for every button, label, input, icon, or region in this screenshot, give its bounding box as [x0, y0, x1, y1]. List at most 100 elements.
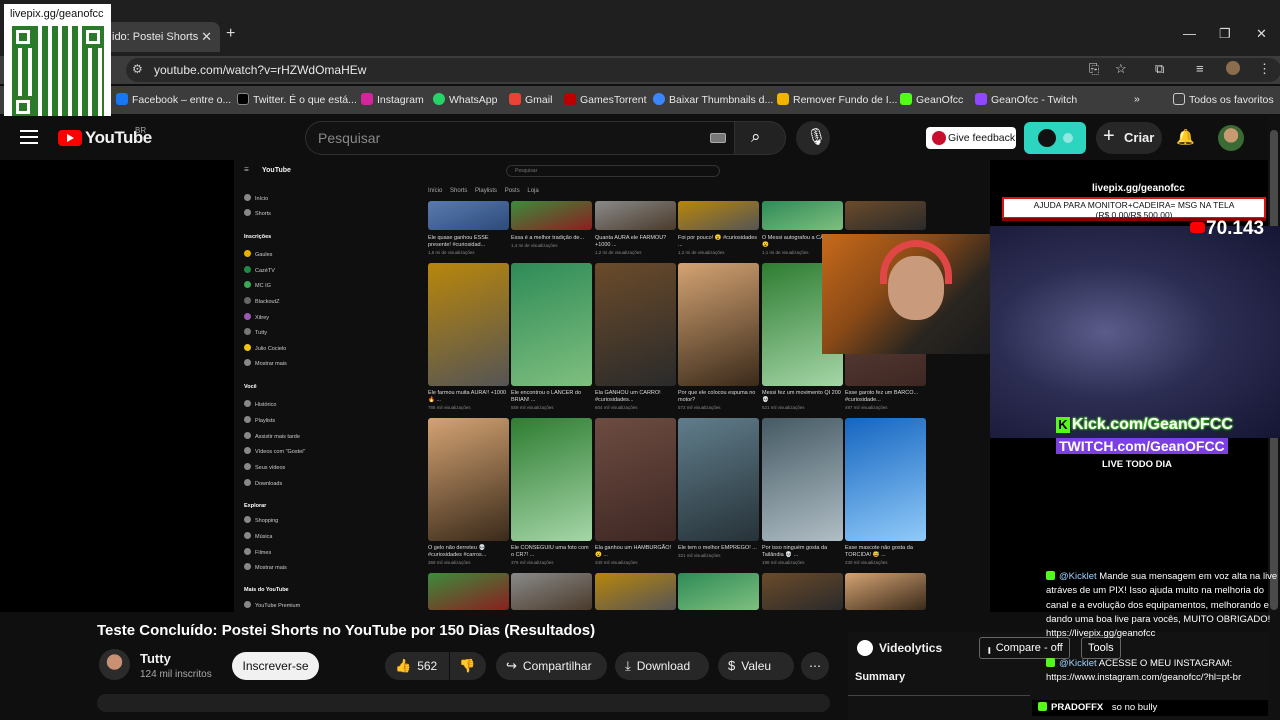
thumbs-up-icon: 👍 — [395, 658, 412, 673]
chat-message: @Kicklet Mande sua mensagem em voz alta … — [1046, 570, 1278, 641]
short-thumbnail — [428, 263, 509, 386]
address-url[interactable]: youtube.com/watch?v=rHZWdOmaHEw — [154, 63, 366, 77]
install-app-icon[interactable]: ⎘ — [1089, 61, 1099, 77]
bookmark-twitter[interactable]: Twitter. É o que está... — [237, 93, 357, 106]
bookmark-whatsapp[interactable]: WhatsApp — [433, 93, 497, 106]
bookmark-geanofcc[interactable]: GeanOfcc — [900, 93, 963, 106]
inner-sidebar-item: Filmes — [244, 548, 271, 556]
short-caption: Por isso ninguém gosta da Tailândia 💀 ..… — [762, 545, 828, 565]
bookmark-remover-fundo[interactable]: Remover Fundo de I... — [777, 93, 897, 106]
minimize-icon[interactable]: — — [1183, 26, 1196, 41]
like-button[interactable]: 👍 562 — [385, 652, 449, 680]
short-thumbnail — [511, 201, 592, 230]
inner-sidebar-icon — [244, 601, 251, 608]
short-caption: O gelo não derreteu 💀 #curiosidades #car… — [428, 545, 487, 565]
site-info-icon[interactable]: ⚙ — [132, 62, 143, 76]
inner-sidebar-item: Vídeos com "Gostei" — [244, 447, 305, 455]
keyboard-icon[interactable] — [710, 133, 726, 143]
inner-sidebar-icon — [244, 479, 251, 486]
subscribe-button[interactable]: Inscrever-se — [232, 652, 319, 680]
qr-label: livepix.gg/geanofcc — [10, 8, 104, 20]
inner-sidebar-item: Explorar — [244, 503, 267, 509]
qr-finder — [82, 26, 104, 48]
inner-sidebar-item: Histórico — [244, 400, 276, 408]
short-thumbnail — [511, 418, 592, 541]
short-thumbnail — [678, 201, 759, 230]
all-bookmarks[interactable]: Todos os favoritos — [1173, 93, 1274, 106]
short-caption: Ele encontrou o LANCER do BRIAN! ... 559 … — [511, 390, 582, 410]
folder-icon — [1173, 93, 1185, 105]
profile-icon[interactable] — [1226, 61, 1240, 75]
bookmark-gmail[interactable]: Gmail — [509, 93, 552, 106]
description-box[interactable] — [97, 694, 830, 712]
bookmark-instagram[interactable]: Instagram — [361, 93, 424, 106]
videolytics-logo-icon — [857, 640, 873, 656]
short-thumbnail — [428, 201, 509, 230]
inner-menu-icon: ☰ — [244, 167, 249, 173]
short-thumbnail — [511, 573, 592, 610]
browser-tab[interactable]: ido: Postei Shorts ✕ — [100, 22, 220, 52]
whatsapp-icon — [433, 93, 445, 105]
bookmark-gamestorrent[interactable]: GamesTorrent — [564, 93, 647, 106]
more-actions-button[interactable]: ⋯ — [801, 652, 829, 680]
notifications-bell-icon[interactable]: 🔔 — [1176, 128, 1195, 146]
download-button[interactable]: ⤓ Download — [615, 652, 709, 680]
kick-badge-icon — [1046, 571, 1055, 580]
bookmark-thumbnails[interactable]: Baixar Thumbnails d... — [653, 93, 773, 106]
mic-icon: 🎙 — [806, 129, 827, 146]
restore-icon[interactable]: ❐ — [1219, 26, 1231, 42]
dislike-button[interactable]: 👎 — [450, 652, 486, 680]
inner-sidebar-item: MC IG — [244, 281, 271, 289]
extensions-icon[interactable]: ⧉ — [1155, 61, 1164, 77]
stream-livepix-url: livepix.gg/geanofcc — [1092, 183, 1185, 194]
chrome-menu-icon[interactable]: ⋮ — [1258, 61, 1271, 77]
inner-sidebar-icon — [244, 266, 251, 273]
inner-sidebar-item: Seus vídeos — [244, 463, 285, 471]
kick-icon: K — [1056, 417, 1070, 433]
chat-username: PRADOFFX — [1051, 702, 1104, 713]
short-thumbnail — [595, 201, 676, 230]
share-button[interactable]: ↪ Compartilhar — [496, 652, 607, 680]
youtube-logo-icon[interactable] — [58, 130, 82, 146]
extension-status-icon — [1063, 133, 1073, 143]
short-thumbnail — [845, 201, 926, 230]
streamer-webcam — [990, 226, 1280, 438]
short-thumbnail — [511, 263, 592, 386]
close-tab-icon[interactable]: ✕ — [201, 22, 212, 52]
short-caption: Ela ganhou um HAMBURGÃO! 😮 ... 340 mil vi… — [595, 545, 672, 565]
close-window-icon[interactable]: ✕ — [1256, 26, 1267, 42]
twitch-link: TWITCH.com/GeanOFCC — [1056, 438, 1228, 454]
youtube-mini-icon — [1190, 222, 1205, 233]
menu-icon[interactable] — [20, 130, 38, 144]
inner-sidebar-icon — [244, 297, 251, 304]
inner-sidebar-icon — [244, 563, 251, 570]
short-caption: Essa é a melhor tradição de... 1,4 mi de … — [511, 235, 585, 248]
subscriber-count: 124 mil inscritos — [140, 669, 212, 680]
chart-icon: ╻ — [986, 642, 996, 654]
inner-sidebar-icon — [244, 516, 251, 523]
inner-sidebar-icon — [244, 313, 251, 320]
channel-name[interactable]: Tutty — [140, 651, 171, 666]
new-tab-icon[interactable]: + — [226, 25, 235, 43]
live-schedule: LIVE TODO DIA — [1102, 459, 1173, 470]
bookmark-facebook[interactable]: Facebook – entre o... — [116, 93, 231, 106]
search-icon: ⌕ — [751, 127, 761, 146]
inner-sidebar-item: Mostrar mais — [244, 563, 287, 571]
donation-goal: AJUDA PARA MONITOR+CADEIRA= MSG NA TELA … — [1002, 197, 1266, 220]
bookmark-geanofcc-twitch[interactable]: GeanOfcc - Twitch — [975, 93, 1077, 106]
account-avatar[interactable] — [1218, 125, 1244, 151]
inner-sidebar-icon — [244, 281, 251, 288]
bookmarks-overflow-icon[interactable]: » — [1134, 93, 1140, 105]
inner-youtube-logo: YouTube — [262, 167, 291, 174]
instagram-icon — [361, 93, 373, 105]
media-controls-icon[interactable]: ≡ — [1196, 61, 1204, 76]
short-caption: Por que ele colocou espuma no motor? 572 … — [678, 390, 756, 410]
inner-sidebar-icon — [244, 344, 251, 351]
bookmark-star-icon[interactable]: ☆ — [1115, 61, 1127, 77]
inner-sidebar-item: Shorts — [244, 209, 271, 217]
channel-avatar[interactable] — [99, 649, 130, 680]
short-caption: Quanta AURA ele FARMOU? +1000 ... 1,2 mi … — [595, 235, 667, 255]
kick-icon — [900, 93, 912, 105]
qr-finder — [12, 96, 34, 118]
thanks-button[interactable]: $ Valeu — [718, 652, 794, 680]
